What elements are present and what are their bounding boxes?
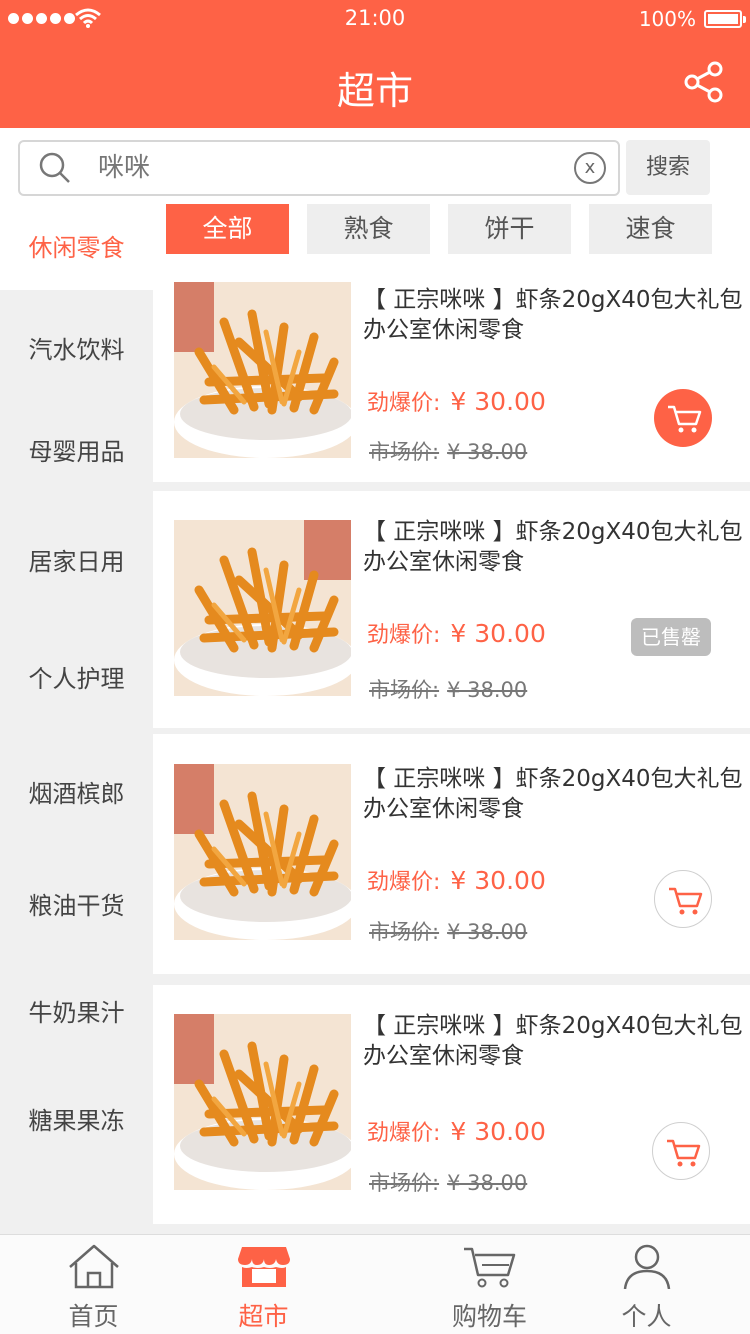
tab-home[interactable]: 首页 — [0, 1235, 187, 1334]
tab-deli[interactable]: 熟食 — [307, 204, 430, 254]
tab-profile[interactable]: 个人 — [553, 1235, 740, 1334]
add-to-cart-button[interactable] — [654, 389, 712, 447]
sidebar-item-grain-oil[interactable]: 粮油干货 — [0, 886, 153, 926]
tab-all[interactable]: 全部 — [166, 204, 289, 254]
product-image[interactable] — [174, 764, 351, 940]
tab-biscuits[interactable]: 饼干 — [448, 204, 571, 254]
tab-label: 首页 — [68, 1302, 119, 1331]
soldout-badge: 已售罄 — [631, 618, 711, 656]
search-button[interactable]: 搜索 — [626, 140, 710, 195]
cart-icon — [668, 405, 702, 433]
sidebar-item-personal-care[interactable]: 个人护理 — [0, 659, 153, 699]
store-icon — [237, 1247, 290, 1287]
nav-bar: 超市 — [0, 40, 750, 128]
search-box[interactable]: x — [18, 140, 620, 196]
home-icon — [68, 1244, 119, 1289]
product-title: 【 正宗咪咪 】虾条20gX40包大礼包办公室休闲零食 — [363, 766, 743, 822]
cart-icon — [667, 1139, 701, 1167]
tab-instant[interactable]: 速食 — [589, 204, 712, 254]
product-card[interactable]: 【 正宗咪咪 】虾条20gX40包大礼包办公室休闲零食 劲爆价: ¥ 30.00 … — [153, 281, 750, 482]
sidebar-item-milk-juice[interactable]: 牛奶果汁 — [0, 993, 153, 1033]
tab-label: 个人 — [621, 1302, 672, 1331]
product-title: 【 正宗咪咪 】虾条20gX40包大礼包办公室休闲零食 — [363, 287, 743, 343]
search-icon — [39, 152, 70, 183]
market-price: 市场价: ¥ 38.00 — [369, 920, 528, 944]
cart-icon — [463, 1247, 515, 1288]
market-price: 市场价: ¥ 38.00 — [369, 678, 528, 702]
clear-icon[interactable]: x — [574, 152, 606, 184]
product-title: 【 正宗咪咪 】虾条20gX40包大礼包办公室休闲零食 — [363, 1013, 743, 1069]
filter-tabs: 全部 熟食 饼干 速食 — [153, 204, 750, 281]
product-card[interactable]: 【 正宗咪咪 】虾条20gX40包大礼包办公室休闲零食 劲爆价: ¥ 30.00 … — [153, 491, 750, 728]
cart-icon — [669, 887, 703, 915]
person-icon — [623, 1244, 670, 1289]
product-image[interactable] — [174, 282, 351, 458]
status-time: 21:00 — [344, 6, 406, 30]
promo-price: 劲爆价: ¥ 30.00 — [367, 866, 546, 895]
tab-label: 超市 — [238, 1302, 289, 1331]
sidebar-item-tobacco[interactable]: 烟酒槟郎 — [0, 774, 153, 814]
product-image[interactable] — [174, 1014, 351, 1190]
add-to-cart-button[interactable] — [652, 1122, 710, 1180]
promo-price: 劲爆价: ¥ 30.00 — [367, 387, 546, 416]
add-to-cart-button[interactable] — [654, 870, 712, 928]
sidebar-item-snacks[interactable]: 休闲零食 — [0, 206, 153, 290]
status-bar: 21:00 100% — [0, 0, 750, 40]
search-input[interactable] — [98, 148, 558, 188]
bottom-tab-bar: 首页 超市 购物车 个人 — [0, 1234, 750, 1334]
category-sidebar: 休闲零食 汽水饮料 母婴用品 居家日用 个人护理 烟酒槟郎 粮油干货 牛奶果汁 … — [0, 206, 153, 1234]
market-price: 市场价: ¥ 38.00 — [369, 440, 528, 464]
promo-price: 劲爆价: ¥ 30.00 — [367, 619, 546, 648]
sidebar-item-household[interactable]: 居家日用 — [0, 542, 153, 582]
tab-supermarket[interactable]: 超市 — [170, 1235, 357, 1334]
search-bar: x 搜索 — [0, 128, 750, 206]
sidebar-item-baby[interactable]: 母婴用品 — [0, 432, 153, 472]
sidebar-item-drinks[interactable]: 汽水饮料 — [0, 330, 153, 370]
promo-price: 劲爆价: ¥ 30.00 — [367, 1117, 546, 1146]
page-title: 超市 — [336, 69, 413, 113]
market-price: 市场价: ¥ 38.00 — [369, 1171, 528, 1195]
product-panel: 全部 熟食 饼干 速食 【 正宗咪咪 】虾条20gX40包大礼包办公室休闲零食 … — [153, 204, 750, 1234]
battery-icon — [704, 10, 746, 28]
product-image[interactable] — [174, 520, 351, 696]
product-title: 【 正宗咪咪 】虾条20gX40包大礼包办公室休闲零食 — [363, 519, 743, 575]
battery-percent: 100% — [638, 7, 696, 31]
share-icon[interactable] — [682, 60, 726, 104]
product-card[interactable]: 【 正宗咪咪 】虾条20gX40包大礼包办公室休闲零食 劲爆价: ¥ 30.00 … — [153, 734, 750, 974]
product-card[interactable]: 【 正宗咪咪 】虾条20gX40包大礼包办公室休闲零食 劲爆价: ¥ 30.00 … — [153, 985, 750, 1224]
sidebar-item-candy[interactable]: 糖果果冻 — [0, 1101, 153, 1141]
